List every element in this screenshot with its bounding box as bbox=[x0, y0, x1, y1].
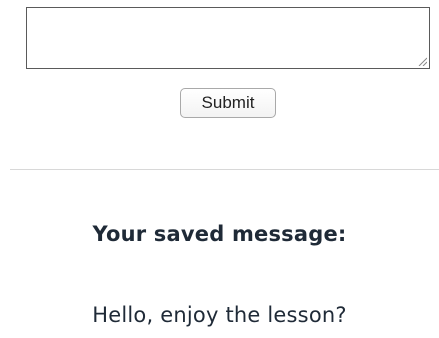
message-textarea-container bbox=[26, 7, 430, 69]
resize-handle-icon[interactable] bbox=[417, 56, 427, 66]
saved-message-heading: Your saved message: bbox=[92, 222, 347, 246]
message-textarea[interactable] bbox=[27, 8, 429, 68]
divider bbox=[10, 169, 439, 170]
saved-message-text: Hello, enjoy the lesson? bbox=[92, 303, 347, 327]
submit-button[interactable]: Submit bbox=[180, 88, 276, 118]
